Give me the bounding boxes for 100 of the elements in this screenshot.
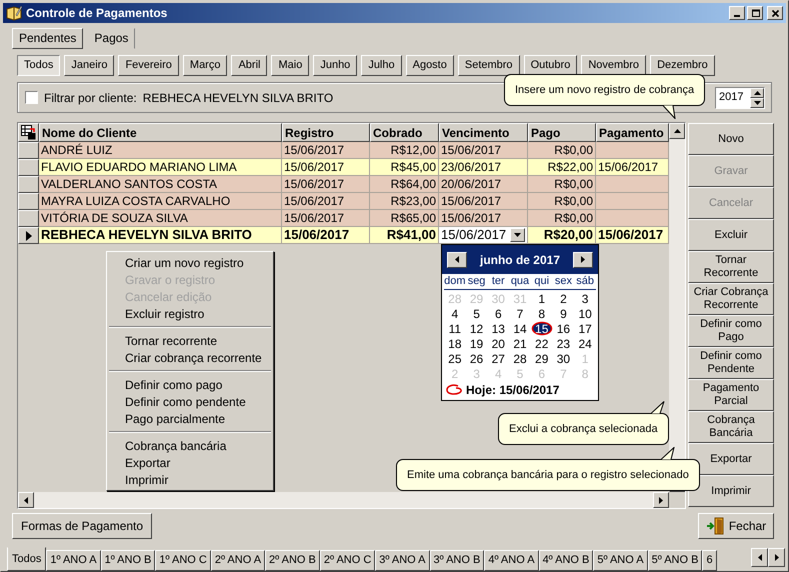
- class-tab[interactable]: 1º ANO B: [100, 550, 156, 571]
- close-button[interactable]: [767, 6, 783, 20]
- calendar-day[interactable]: 16: [552, 321, 574, 336]
- class-tab[interactable]: 4º ANO A: [484, 550, 539, 571]
- calendar-day[interactable]: 28: [509, 351, 531, 366]
- menu-item[interactable]: Imprimir: [107, 471, 273, 488]
- minimize-button[interactable]: [729, 6, 745, 20]
- class-tab[interactable]: 1º ANO C: [155, 550, 211, 571]
- class-tab[interactable]: 2º ANO B: [265, 550, 320, 571]
- tab[interactable]: Pendentes: [12, 28, 84, 48]
- row-indicator[interactable]: [18, 159, 39, 176]
- calendar-day[interactable]: 17: [574, 321, 596, 336]
- column-header[interactable]: Cobrado: [370, 123, 439, 142]
- calendar-day[interactable]: 25: [444, 351, 466, 366]
- side-button[interactable]: Cobrança Bancária: [688, 411, 774, 443]
- month-tab[interactable]: Outubro: [524, 54, 578, 76]
- tab[interactable]: Pagos: [87, 28, 136, 48]
- class-tab[interactable]: 5º ANO B: [648, 550, 702, 571]
- menu-item[interactable]: Tornar recorrente: [107, 332, 273, 349]
- side-button[interactable]: Criar Cobrança Recorrente: [688, 283, 774, 315]
- menu-item[interactable]: Criar um novo registro: [107, 254, 273, 271]
- side-button[interactable]: Exportar: [688, 443, 774, 475]
- class-tab[interactable]: 3º ANO A: [375, 550, 430, 571]
- side-button[interactable]: Excluir: [688, 219, 774, 251]
- month-tab[interactable]: Julho: [361, 54, 402, 76]
- scroll-down-button[interactable]: [750, 98, 764, 108]
- calendar-day[interactable]: 19: [466, 336, 488, 351]
- calendar-day[interactable]: 22: [530, 336, 553, 351]
- row-indicator[interactable]: [18, 210, 39, 227]
- side-button[interactable]: Imprimir: [688, 475, 774, 507]
- calendar-day[interactable]: 9: [552, 306, 574, 321]
- calendar-day[interactable]: 6: [487, 306, 510, 321]
- scroll-left-button[interactable]: [751, 548, 768, 567]
- year-spinner[interactable]: 2017: [715, 86, 765, 108]
- menu-item[interactable]: Definir como pendente: [107, 393, 273, 410]
- scroll-up-button[interactable]: [669, 123, 685, 139]
- calendar-day[interactable]: 13: [487, 321, 510, 336]
- date-field[interactable]: 15/06/2017: [439, 227, 528, 244]
- month-tab[interactable]: Junho: [313, 54, 358, 76]
- class-tab[interactable]: 6: [702, 550, 717, 571]
- menu-item[interactable]: Criar cobrança recorrente: [107, 349, 273, 366]
- side-button[interactable]: Definir como Pendente: [688, 347, 774, 379]
- scroll-right-button[interactable]: [768, 548, 785, 567]
- calendar-day[interactable]: 7: [509, 306, 531, 321]
- filter-checkbox[interactable]: [25, 91, 38, 104]
- row-indicator[interactable]: [18, 193, 39, 210]
- close-button[interactable]: Fechar: [698, 513, 774, 539]
- previous-month-button[interactable]: [447, 252, 467, 268]
- table-row[interactable]: ANDRÉ LUIZ 15/06/2017 R$12,00 15/06/2017 R$0,00: [18, 142, 669, 159]
- month-tab[interactable]: Janeiro: [64, 54, 114, 76]
- maximize-button[interactable]: [747, 6, 763, 20]
- calendar-day[interactable]: 20: [487, 336, 510, 351]
- horizontal-scrollbar[interactable]: [18, 492, 669, 508]
- calendar-day[interactable]: 12: [466, 321, 488, 336]
- calendar-day[interactable]: 27: [487, 351, 510, 366]
- calendar-day[interactable]: 18: [444, 336, 466, 351]
- calendar-day[interactable]: 4: [444, 306, 466, 321]
- menu-item[interactable]: Pago parcialmente: [107, 410, 273, 427]
- table-row[interactable]: VALDERLANO SANTOS COSTA 15/06/2017 R$64,00 20/06/2017 R$0,00: [18, 176, 669, 193]
- row-indicator[interactable]: [18, 176, 39, 193]
- class-tab[interactable]: 2º ANO C: [320, 550, 376, 571]
- row-indicator[interactable]: [18, 142, 39, 159]
- month-tab[interactable]: Setembro: [458, 54, 520, 76]
- side-button[interactable]: Tornar Recorrente: [688, 251, 774, 283]
- month-tab[interactable]: Novembro: [581, 54, 646, 76]
- calendar-day[interactable]: 8: [530, 306, 553, 321]
- column-header[interactable]: Pagamento: [596, 123, 669, 142]
- scroll-left-button[interactable]: [18, 492, 34, 508]
- menu-item[interactable]: Definir como pago: [107, 376, 273, 393]
- column-header[interactable]: Nome do Cliente: [39, 123, 282, 142]
- month-tab[interactable]: Todos: [17, 54, 60, 76]
- calendar-day[interactable]: 30: [552, 351, 574, 366]
- class-tab[interactable]: 1º ANO A: [46, 550, 101, 571]
- menu-item[interactable]: Exportar: [107, 454, 273, 471]
- table-row[interactable]: FLAVIO EDUARDO MARIANO LIMA 15/06/2017 R$45,00 23/06/2017 R$22,00 15/06/2017: [18, 159, 669, 176]
- column-header[interactable]: Pago: [528, 123, 596, 142]
- class-tab[interactable]: 5º ANO A: [593, 550, 648, 571]
- calendar-day[interactable]: 26: [466, 351, 488, 366]
- side-button[interactable]: Pagamento Parcial: [688, 379, 774, 411]
- calendar-day[interactable]: 1: [530, 291, 553, 306]
- calendar-day[interactable]: 24: [574, 336, 596, 351]
- month-tab[interactable]: Abril: [231, 54, 268, 76]
- next-month-button[interactable]: [573, 252, 593, 268]
- month-tab[interactable]: Dezembro: [650, 54, 715, 76]
- calendar-day[interactable]: 23: [552, 336, 574, 351]
- column-header[interactable]: Vencimento: [439, 123, 528, 142]
- table-row[interactable]: REBHECA HEVELYN SILVA BRITO 15/06/2017 R$41,00 15/06/2017 R$20,00 15/06/2017: [18, 227, 669, 244]
- calendar-day[interactable]: 11: [444, 321, 466, 336]
- month-tab[interactable]: Maio: [271, 54, 310, 76]
- table-row[interactable]: VITÓRIA DE SOUZA SILVA 15/06/2017 R$65,00 15/06/2017 R$0,00: [18, 210, 669, 227]
- today-label[interactable]: Hoje: 15/06/2017: [466, 381, 560, 399]
- side-button[interactable]: Novo: [688, 123, 774, 155]
- calendar-day[interactable]: 3: [574, 291, 596, 306]
- class-tab[interactable]: 3º ANO B: [430, 550, 484, 571]
- month-tab[interactable]: Março: [182, 54, 228, 76]
- calendar-day[interactable]: 5: [466, 306, 488, 321]
- menu-item[interactable]: Excluir registro: [107, 305, 273, 322]
- row-indicator[interactable]: [18, 227, 39, 244]
- month-tab[interactable]: Fevereiro: [118, 54, 179, 76]
- payment-methods-button[interactable]: Formas de Pagamento: [12, 513, 152, 539]
